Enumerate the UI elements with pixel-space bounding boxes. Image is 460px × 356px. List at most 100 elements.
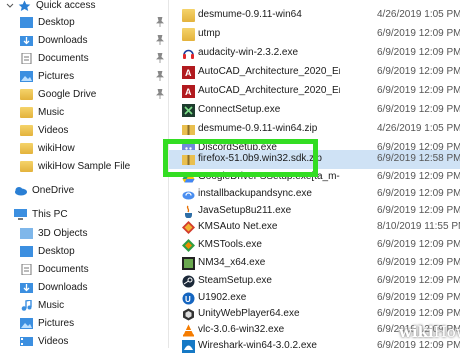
- file-date: 6/9/2019 12:09 PM: [377, 188, 460, 199]
- sidebar-item-wikihow-sample-file[interactable]: wikiHow Sample File: [20, 157, 130, 175]
- sidebar-item-label: Music: [38, 106, 65, 118]
- sidebar-item-documents[interactable]: Documents: [20, 49, 89, 67]
- autocad-icon: A: [182, 66, 195, 79]
- watermark-wiki: wiki: [399, 323, 434, 341]
- pictures-folder-icon: [20, 317, 33, 329]
- downloads-folder-icon: [20, 35, 33, 46]
- folder-icon: [20, 88, 33, 100]
- file-date: 4/26/2019 1:05 PM: [377, 123, 460, 134]
- sidebar-item-downloads[interactable]: Downloads: [20, 31, 87, 49]
- sidebar-item-pc-desktop[interactable]: Desktop: [20, 242, 75, 260]
- file-date: 6/9/2019 12:09 PM: [377, 104, 460, 115]
- sidebar-item-pc-videos[interactable]: Videos: [20, 332, 68, 350]
- steam-icon: [182, 275, 195, 288]
- watermark-how: How: [433, 323, 460, 341]
- svg-text:U: U: [185, 295, 191, 304]
- documents-folder-icon: [20, 52, 33, 64]
- sidebar-item-label: Documents: [38, 52, 89, 64]
- file-row[interactable]: desmume-0.9.11-win64 4/26/2019 1:05 PM: [169, 6, 460, 25]
- sidebar-item-3d-objects[interactable]: 3D Objects: [20, 224, 87, 242]
- sidebar-item-wikihow[interactable]: wikiHow: [20, 139, 75, 157]
- sidebar-item-label: Pictures: [38, 70, 75, 82]
- svg-text:A: A: [185, 87, 192, 97]
- sidebar-item-label: wikiHow Sample File: [38, 160, 131, 172]
- pin-icon[interactable]: [156, 16, 164, 27]
- file-row[interactable]: utmp 6/9/2019 12:09 PM: [169, 25, 460, 44]
- file-row[interactable]: A AutoCAD_Architecture_2020_English_Win.…: [169, 82, 460, 101]
- file-date: 6/9/2019 12:09 PM: [377, 308, 460, 319]
- file-date: 6/9/2019 12:09 PM: [377, 85, 460, 96]
- file-date: 8/10/2019 11:55 PM: [377, 221, 460, 232]
- sidebar-item-videos[interactable]: Videos: [20, 121, 68, 139]
- file-date: 6/9/2019 12:09 PM: [377, 340, 460, 351]
- star-icon: [18, 0, 31, 11]
- wireshark-icon: [182, 340, 195, 353]
- unity-icon: [182, 308, 195, 321]
- u1902-icon: U: [182, 292, 195, 305]
- sidebar-item-pc-documents[interactable]: Documents: [20, 260, 89, 278]
- pin-icon[interactable]: [156, 88, 164, 99]
- navigation-pane: Quick access Desktop Downloads Documents…: [0, 0, 168, 348]
- file-name: AutoCAD_Architecture_2020_English_Win...: [198, 66, 340, 77]
- nm34-icon: [182, 257, 195, 270]
- sidebar-item-label: Downloads: [38, 281, 88, 293]
- pin-icon[interactable]: [156, 70, 164, 81]
- file-name: audacity-win-2.3.2.exe: [198, 47, 299, 58]
- quick-access[interactable]: Quick access: [6, 0, 95, 14]
- file-date: 6/9/2019 12:58 PM: [377, 153, 460, 164]
- file-name: UnityWebPlayer64.exe: [198, 308, 300, 319]
- folder-icon: [182, 9, 195, 22]
- sidebar-item-desktop[interactable]: Desktop: [20, 13, 75, 31]
- file-date: 4/26/2019 1:05 PM: [377, 9, 460, 20]
- sidebar-item-label: Pictures: [38, 317, 75, 329]
- backup-sync-icon: [182, 188, 195, 201]
- sidebar-item-label: Downloads: [38, 34, 88, 46]
- file-name: desmume-0.9.11-win64.zip: [198, 123, 318, 134]
- file-date: 6/9/2019 12:09 PM: [377, 257, 460, 268]
- folder-icon: [20, 106, 33, 118]
- kmsauto-icon: [182, 221, 195, 234]
- file-row[interactable]: KMSAuto Net.exe 8/10/2019 11:55 PM: [169, 218, 460, 237]
- file-name: vlc-3.0.6-win32.exe: [198, 324, 285, 335]
- vlc-icon: [182, 324, 195, 337]
- sidebar-item-pc-pictures[interactable]: Pictures: [20, 314, 74, 332]
- downloads-folder-icon: [20, 282, 33, 293]
- file-name: desmume-0.9.11-win64: [198, 9, 302, 20]
- sidebar-item-label: Desktop: [38, 245, 75, 257]
- desktop-folder-icon: [20, 16, 33, 28]
- file-row[interactable]: audacity-win-2.3.2.exe 6/9/2019 12:09 PM: [169, 44, 460, 63]
- computer-icon: [14, 208, 27, 220]
- file-row[interactable]: A AutoCAD_Architecture_2020_English_Win.…: [169, 63, 460, 82]
- sidebar-item-this-pc[interactable]: This PC: [14, 205, 68, 223]
- pin-icon[interactable]: [156, 34, 164, 45]
- file-name: KMSTools.exe: [198, 239, 262, 250]
- file-name: AutoCAD_Architecture_2020_English_Win...: [198, 85, 340, 96]
- sidebar-item-onedrive[interactable]: OneDrive: [14, 181, 74, 199]
- chevron-down-icon: [6, 0, 14, 11]
- file-date: 6/9/2019 12:09 PM: [377, 205, 460, 216]
- file-row[interactable]: ConnectSetup.exe 6/9/2019 12:09 PM: [169, 101, 460, 120]
- sidebar-item-music[interactable]: Music: [20, 103, 64, 121]
- sidebar-item-pc-downloads[interactable]: Downloads: [20, 278, 87, 296]
- sidebar-item-label: Music: [38, 299, 65, 311]
- sidebar-item-label: OneDrive: [32, 184, 75, 196]
- audacity-icon: [182, 47, 195, 60]
- desktop-folder-icon: [20, 245, 33, 257]
- sidebar-item-label: Videos: [38, 335, 69, 347]
- sidebar-item-label: Videos: [38, 124, 69, 136]
- file-row[interactable]: NM34_x64.exe 6/9/2019 12:09 PM: [169, 254, 460, 273]
- sidebar-item-label: Google Drive: [38, 88, 97, 100]
- file-date: 6/9/2019 12:09 PM: [377, 275, 460, 286]
- onedrive-icon: [14, 185, 27, 196]
- sidebar-item-label: Desktop: [38, 16, 75, 28]
- file-name: JavaSetup8u211.exe: [198, 205, 292, 216]
- file-row[interactable]: desmume-0.9.11-win64.zip 4/26/2019 1:05 …: [169, 120, 460, 139]
- pin-icon[interactable]: [156, 52, 164, 63]
- sidebar-item-google-drive[interactable]: Google Drive: [20, 85, 96, 103]
- documents-folder-icon: [20, 263, 33, 275]
- file-row[interactable]: KMSTools.exe 6/9/2019 12:09 PM: [169, 236, 460, 255]
- sidebar-item-pc-music[interactable]: Music: [20, 296, 64, 314]
- autocad-icon: A: [182, 85, 195, 98]
- sidebar-item-pictures[interactable]: Pictures: [20, 67, 74, 85]
- folder-icon: [182, 28, 195, 41]
